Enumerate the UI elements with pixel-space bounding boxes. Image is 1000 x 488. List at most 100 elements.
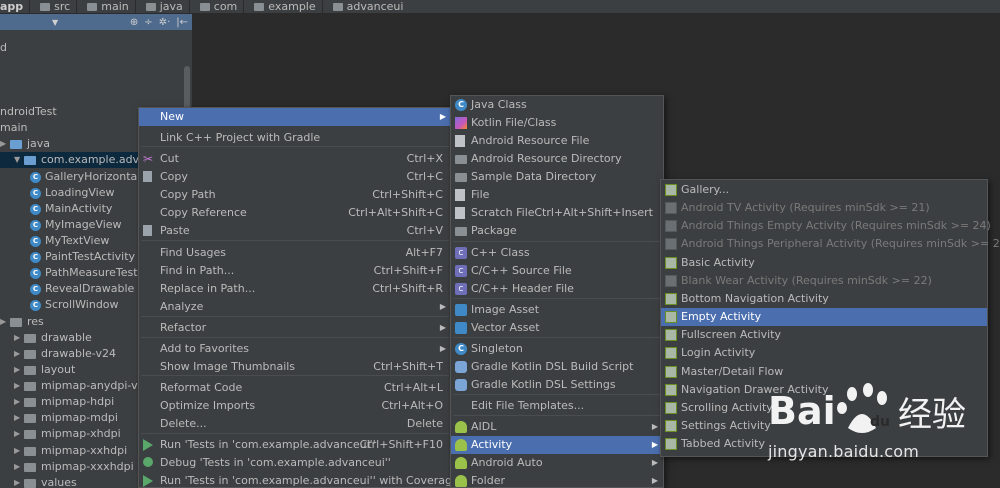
menu-item-java-class[interactable]: C Java Class bbox=[451, 96, 663, 114]
breadcrumb-item-main[interactable]: main bbox=[83, 0, 141, 13]
menu-item-link-c-project-with-gradle[interactable]: Link C++ Project with Gradle bbox=[139, 129, 451, 147]
chevron-right-icon[interactable]: ▶ bbox=[0, 136, 10, 152]
tree-item-d[interactable]: d bbox=[0, 40, 7, 56]
tree-item-ndroidtest[interactable]: ndroidTest bbox=[0, 104, 57, 120]
menu-item-debug-tests-in-com-example-advanceui[interactable]: Debug 'Tests in 'com.example.advanceui'' bbox=[139, 454, 451, 472]
tree-item-painttestactivity[interactable]: C PaintTestActivity bbox=[0, 249, 135, 265]
menu-item-cut[interactable]: ✂ Cut Ctrl+X bbox=[139, 150, 451, 168]
chevron-right-icon[interactable]: ▶ bbox=[14, 475, 24, 488]
tree-item-scrollwindow[interactable]: C ScrollWindow bbox=[0, 297, 119, 313]
chevron-right-icon[interactable]: ▶ bbox=[14, 330, 24, 346]
menu-item-analyze[interactable]: Analyze ▶ bbox=[139, 298, 451, 316]
menu-item-copy[interactable]: Copy Ctrl+C bbox=[139, 168, 451, 186]
chevron-right-icon[interactable]: ▶ bbox=[14, 410, 24, 426]
breadcrumb-item-app[interactable]: app bbox=[0, 0, 36, 13]
menu-item-activity[interactable]: Activity ▶ bbox=[451, 436, 663, 454]
menu-item-android-auto[interactable]: Android Auto ▶ bbox=[451, 454, 663, 472]
menu-item-bottom-navigation-activity[interactable]: Bottom Navigation Activity bbox=[661, 290, 987, 308]
chevron-right-icon[interactable]: ▶ bbox=[14, 346, 24, 362]
menu-item-fullscreen-activity[interactable]: Fullscreen Activity bbox=[661, 326, 987, 344]
menu-item-master-detail-flow[interactable]: Master/Detail Flow bbox=[661, 363, 987, 381]
menu-item-gradle-kotlin-dsl-build-script[interactable]: Gradle Kotlin DSL Build Script bbox=[451, 358, 663, 376]
chevron-down-icon[interactable]: ▼ bbox=[14, 152, 24, 168]
menu-item-find-usages[interactable]: Find Usages Alt+F7 bbox=[139, 244, 451, 262]
chevron-right-icon[interactable]: ▶ bbox=[14, 443, 24, 459]
menu-item-replace-in-path[interactable]: Replace in Path... Ctrl+Shift+R bbox=[139, 280, 451, 298]
gear-icon[interactable]: ✲· bbox=[159, 17, 171, 28]
chevron-right-icon[interactable]: ▶ bbox=[14, 394, 24, 410]
menu-item-empty-activity[interactable]: Empty Activity bbox=[661, 308, 987, 326]
breadcrumb-item-com[interactable]: com bbox=[196, 0, 251, 13]
tree-item-mipmap-hdpi[interactable]: ▶ mipmap-hdpi bbox=[0, 394, 114, 410]
menu-item-run-tests-in-com-example-advanceui-with-coverage[interactable]: Run 'Tests in 'com.example.advanceui'' w… bbox=[139, 472, 459, 488]
tree-item-drawable[interactable]: ▶ drawable bbox=[0, 330, 92, 346]
tree-item-main[interactable]: main bbox=[0, 120, 27, 136]
tree-item-res[interactable]: ▶ res bbox=[0, 314, 44, 330]
menu-item-package[interactable]: Package bbox=[451, 222, 663, 240]
menu-item-gradle-kotlin-dsl-settings[interactable]: Gradle Kotlin DSL Settings bbox=[451, 376, 663, 394]
menu-item-copy-path[interactable]: Copy Path Ctrl+Shift+C bbox=[139, 186, 451, 204]
tree-item-values[interactable]: ▶ values bbox=[0, 475, 77, 488]
tree-item-drawable-v24[interactable]: ▶ drawable-v24 bbox=[0, 346, 116, 362]
tree-item-loadingview[interactable]: C LoadingView bbox=[0, 185, 115, 201]
menu-item-delete[interactable]: Delete... Delete bbox=[139, 415, 451, 433]
menu-item-kotlin-file-class[interactable]: Kotlin File/Class bbox=[451, 114, 663, 132]
menu-item-sample-data-directory[interactable]: Sample Data Directory bbox=[451, 168, 663, 186]
menu-item-gallery[interactable]: Gallery... bbox=[661, 181, 987, 199]
chevron-down-icon[interactable]: ▼ bbox=[52, 18, 58, 27]
menu-item-file[interactable]: File bbox=[451, 186, 663, 204]
chevron-right-icon[interactable]: ▶ bbox=[14, 459, 24, 475]
menu-item-find-in-path[interactable]: Find in Path... Ctrl+Shift+F bbox=[139, 262, 451, 280]
tree-item-myimageview[interactable]: C MyImageView bbox=[0, 217, 122, 233]
menu-item-label: Master/Detail Flow bbox=[681, 364, 784, 378]
menu-item-edit-file-templates[interactable]: Edit File Templates... bbox=[451, 397, 663, 415]
tree-item-layout[interactable]: ▶ layout bbox=[0, 362, 75, 378]
chevron-right-icon[interactable]: ▶ bbox=[14, 362, 24, 378]
menu-item-login-activity[interactable]: Login Activity bbox=[661, 344, 987, 362]
collapse-icon[interactable]: ÷ bbox=[144, 17, 152, 28]
tree-item-mipmap-mdpi[interactable]: ▶ mipmap-mdpi bbox=[0, 410, 118, 426]
tree-item-revealdrawable[interactable]: C RevealDrawable bbox=[0, 281, 134, 297]
menu-item-scratch-file[interactable]: Scratch File Ctrl+Alt+Shift+Insert bbox=[451, 204, 663, 222]
tree-item-pathmeasuretest[interactable]: C PathMeasureTest bbox=[0, 265, 138, 281]
menu-item-label: Gallery... bbox=[681, 183, 730, 196]
menu-item-c-class[interactable]: C C++ Class bbox=[451, 244, 663, 262]
tree-item-mipmap-xhdpi[interactable]: ▶ mipmap-xhdpi bbox=[0, 426, 121, 442]
tree-item-mytextview[interactable]: C MyTextView bbox=[0, 233, 109, 249]
breadcrumb-item-advanceui[interactable]: advanceui bbox=[329, 0, 410, 13]
breadcrumb-item-example[interactable]: example bbox=[250, 0, 328, 13]
hide-icon[interactable]: |← bbox=[176, 17, 188, 28]
menu-item-android-resource-directory[interactable]: Android Resource Directory bbox=[451, 150, 663, 168]
menu-item-new[interactable]: New ▶ bbox=[139, 108, 451, 126]
chevron-right-icon[interactable]: ▶ bbox=[14, 426, 24, 442]
menu-item-run-tests-in-com-example-advanceui[interactable]: Run 'Tests in 'com.example.advanceui'' Ct… bbox=[139, 436, 451, 454]
tree-item-mipmap-anydpi-v26[interactable]: ▶ mipmap-anydpi-v26 bbox=[0, 378, 152, 394]
menu-item-c-c-source-file[interactable]: C C/C++ Source File bbox=[451, 262, 663, 280]
menu-item-vector-asset[interactable]: Vector Asset bbox=[451, 319, 663, 337]
menu-item-add-to-favorites[interactable]: Add to Favorites ▶ bbox=[139, 340, 451, 358]
menu-item-c-c-header-file[interactable]: C C/C++ Header File bbox=[451, 280, 663, 298]
tree-item-mipmap-xxxhdpi[interactable]: ▶ mipmap-xxxhdpi bbox=[0, 459, 134, 475]
menu-item-aidl[interactable]: AIDL ▶ bbox=[451, 418, 663, 436]
menu-item-copy-reference[interactable]: Copy Reference Ctrl+Alt+Shift+C bbox=[139, 204, 451, 222]
menu-item-image-asset[interactable]: Image Asset bbox=[451, 301, 663, 319]
tree-item-mainactivity[interactable]: C MainActivity bbox=[0, 201, 112, 217]
tree-item-galleryhorizontals[interactable]: C GalleryHorizontalS bbox=[0, 169, 147, 185]
menu-item-reformat-code[interactable]: Reformat Code Ctrl+Alt+L bbox=[139, 379, 451, 397]
breadcrumb-item-src[interactable]: src bbox=[36, 0, 83, 13]
menu-item-basic-activity[interactable]: Basic Activity bbox=[661, 254, 987, 272]
chevron-right-icon[interactable]: ▶ bbox=[14, 378, 24, 394]
tree-item-mipmap-xxhdpi[interactable]: ▶ mipmap-xxhdpi bbox=[0, 443, 127, 459]
locate-icon[interactable]: ⊕ bbox=[130, 17, 138, 28]
tree-item-label: mipmap-anydpi-v26 bbox=[41, 379, 152, 392]
menu-item-folder[interactable]: Folder ▶ bbox=[451, 472, 663, 488]
tree-item-java[interactable]: ▶ java bbox=[0, 136, 50, 152]
chevron-right-icon[interactable]: ▶ bbox=[0, 314, 10, 330]
menu-item-android-resource-file[interactable]: Android Resource File bbox=[451, 132, 663, 150]
breadcrumb-item-java[interactable]: java bbox=[142, 0, 196, 13]
menu-item-paste[interactable]: Paste Ctrl+V bbox=[139, 222, 451, 240]
menu-item-refactor[interactable]: Refactor ▶ bbox=[139, 319, 451, 337]
menu-item-show-image-thumbnails[interactable]: Show Image Thumbnails Ctrl+Shift+T bbox=[139, 358, 451, 376]
menu-item-singleton[interactable]: C Singleton bbox=[451, 340, 663, 358]
menu-item-optimize-imports[interactable]: Optimize Imports Ctrl+Alt+O bbox=[139, 397, 451, 415]
